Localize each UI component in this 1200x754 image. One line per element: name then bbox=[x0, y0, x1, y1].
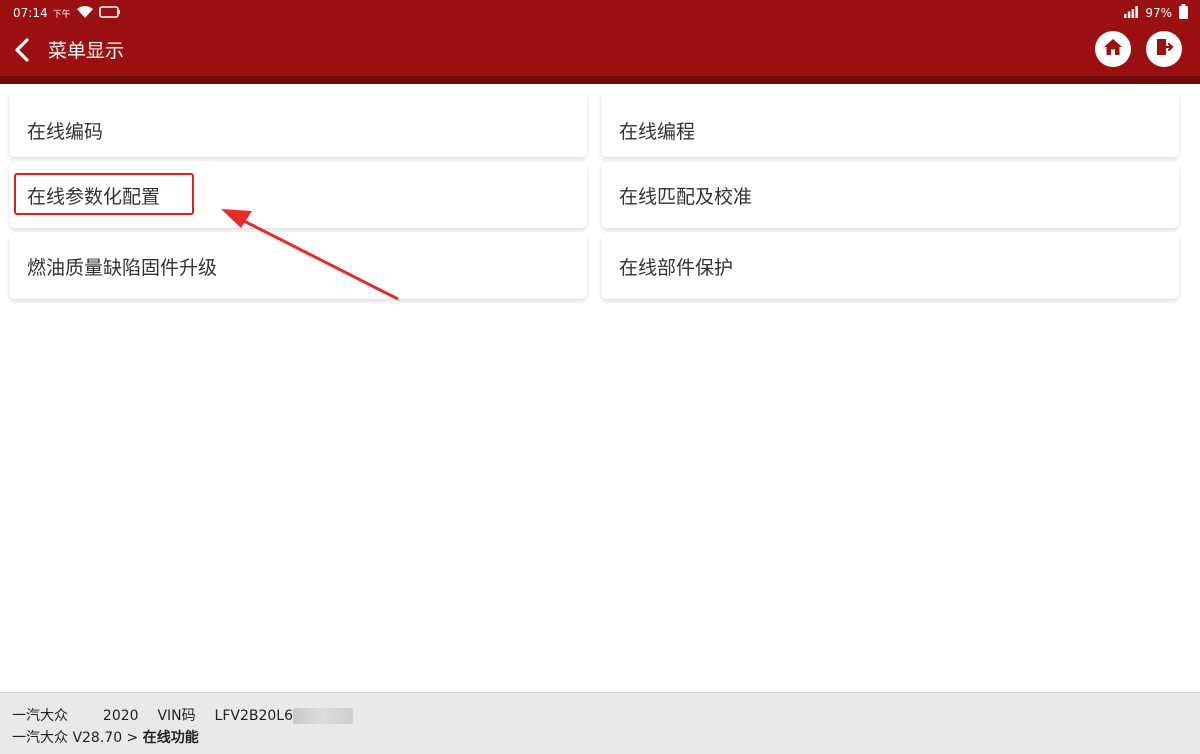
footer-info: 一汽大众 2020 VIN码 LFV2B20L6 一汽大众 V28.70 > 在… bbox=[0, 692, 1200, 754]
menu-item-online-programming[interactable]: 在线编程 bbox=[601, 90, 1179, 157]
battery-icon bbox=[98, 5, 121, 21]
status-time: 07:14 bbox=[13, 6, 48, 20]
app-header: 07:14 下午 97% 菜单显示 bbox=[0, 0, 1200, 84]
vin-value: LFV2B20L6 bbox=[214, 708, 294, 724]
menu-item-label: 在线部件保护 bbox=[619, 257, 734, 279]
vehicle-year: 2020 bbox=[102, 708, 139, 724]
exit-button[interactable] bbox=[1146, 31, 1182, 67]
menu-item-online-matching-calibration[interactable]: 在线匹配及校准 bbox=[601, 161, 1179, 228]
breadcrumb-current: 在线功能 bbox=[142, 730, 199, 746]
breadcrumb: 一汽大众 V28.70 > 在线功能 bbox=[12, 727, 199, 747]
menu-item-label: 在线编码 bbox=[27, 121, 104, 143]
home-icon bbox=[1103, 37, 1123, 61]
menu-item-label: 在线编程 bbox=[619, 121, 696, 143]
breadcrumb-prefix: 一汽大众 V28.70 > bbox=[12, 730, 139, 746]
header-shadow bbox=[0, 76, 1200, 84]
back-icon[interactable] bbox=[12, 36, 32, 64]
battery-level: 97% bbox=[1145, 6, 1172, 20]
page-title: 菜单显示 bbox=[48, 40, 125, 62]
vehicle-info: 一汽大众 2020 VIN码 LFV2B20L6 bbox=[12, 705, 354, 725]
status-ampm: 下午 bbox=[52, 9, 71, 20]
exit-icon bbox=[1154, 37, 1174, 61]
signal-icon bbox=[1124, 5, 1139, 21]
vin-redacted bbox=[293, 708, 354, 724]
vehicle-brand: 一汽大众 bbox=[12, 708, 68, 724]
vin-label: VIN码 bbox=[157, 708, 196, 724]
menu-item-label: 燃油质量缺陷固件升级 bbox=[27, 257, 218, 279]
wifi-icon bbox=[76, 5, 94, 22]
battery-icon bbox=[1179, 4, 1188, 22]
menu-item-online-component-protection[interactable]: 在线部件保护 bbox=[601, 232, 1179, 299]
menu-item-label: 在线匹配及校准 bbox=[619, 186, 753, 208]
home-button[interactable] bbox=[1095, 31, 1131, 67]
menu-item-online-parameter-config[interactable]: 在线参数化配置 bbox=[9, 161, 587, 228]
status-bar-left: 07:14 下午 bbox=[13, 3, 121, 23]
menu-item-fuel-quality-firmware-upgrade[interactable]: 燃油质量缺陷固件升级 bbox=[9, 232, 587, 299]
menu-item-online-coding[interactable]: 在线编码 bbox=[9, 90, 587, 157]
status-bar-right: 97% bbox=[1124, 3, 1188, 23]
menu-item-label: 在线参数化配置 bbox=[27, 186, 161, 208]
